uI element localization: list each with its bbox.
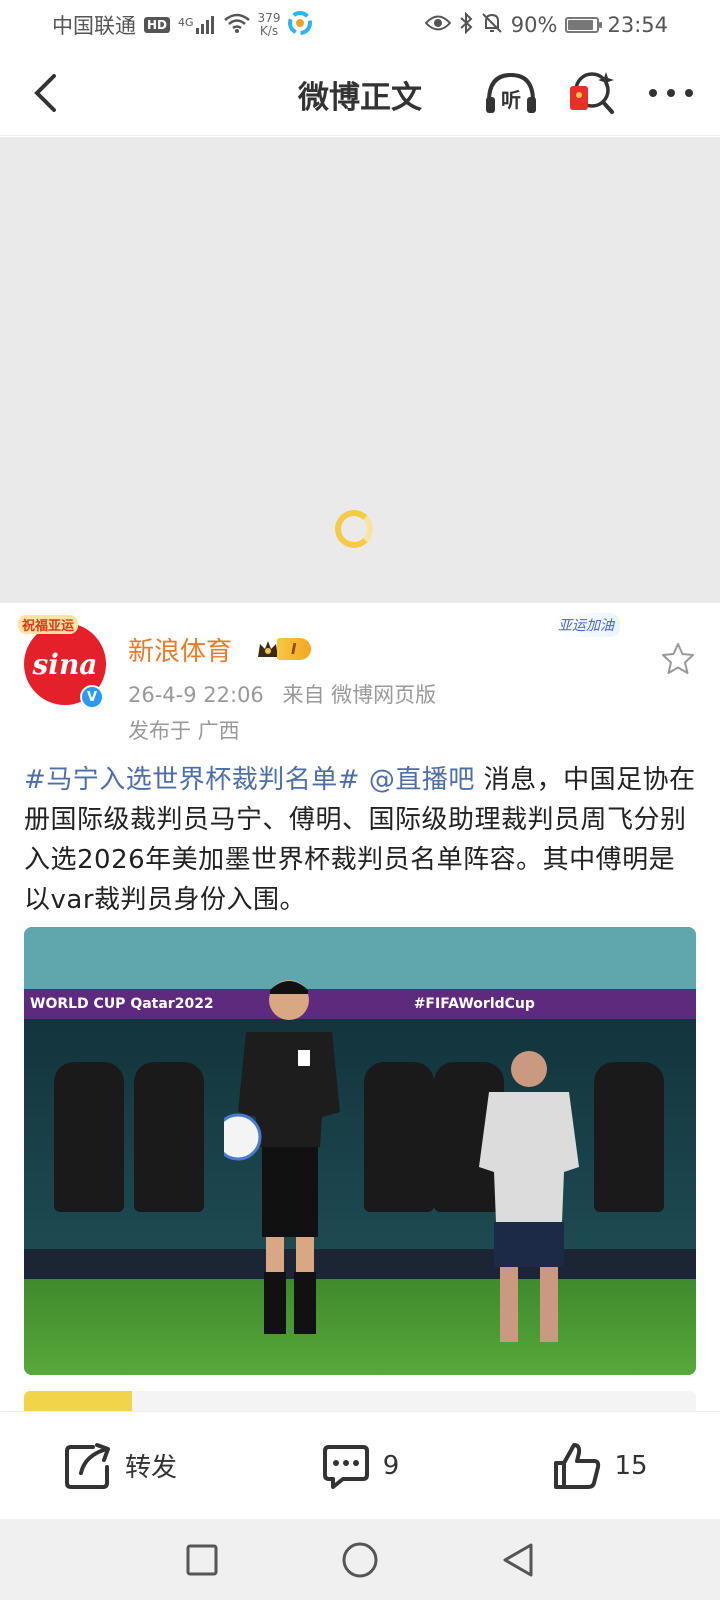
hd-badge: HD — [144, 17, 171, 33]
mute-bell-icon — [481, 12, 503, 39]
system-back-button[interactable] — [498, 1540, 538, 1580]
stadium-banner: WORLD CUP Qatar2022 #FIFAWorldCup — [24, 989, 696, 1019]
like-button[interactable]: 15 — [480, 1441, 720, 1491]
vip-badge[interactable]: I — [256, 637, 311, 661]
seat — [54, 1062, 124, 1212]
repost-label: 转发 — [124, 1453, 177, 1483]
avatar-badge: 祝福亚运 — [18, 615, 79, 634]
more-button[interactable] — [642, 68, 700, 118]
home-button[interactable] — [340, 1540, 380, 1580]
nav-actions: 听 — [482, 68, 700, 118]
seat — [134, 1062, 204, 1212]
battery-fill — [568, 20, 594, 30]
triangle-back-icon — [503, 1543, 533, 1576]
app-notification-icon — [288, 10, 313, 40]
clock: 23:54 — [607, 13, 668, 37]
square-icon — [186, 1544, 218, 1575]
seat — [364, 1062, 434, 1212]
loading-spinner-icon — [335, 510, 373, 548]
speed-unit: K/s — [259, 24, 279, 38]
red-packet-search-icon — [570, 72, 614, 114]
post-body: #马宁入选世界杯裁判名单# @直播吧 消息，中国足协在册国际级裁判员马宁、傅明、… — [24, 760, 696, 920]
verified-icon: V — [80, 685, 104, 709]
topic-link[interactable]: #马宁入选世界杯裁判名单# — [24, 765, 360, 795]
mention-link[interactable]: @直播吧 — [369, 765, 475, 795]
action-bar: 转发 9 15 — [0, 1411, 720, 1519]
referee-figure — [224, 980, 340, 1334]
banner-right-text: #FIFAWorldCup — [413, 996, 535, 1012]
deco-badge: 亚运加油 — [552, 613, 620, 637]
bluetooth-icon — [459, 11, 473, 39]
like-count: 15 — [614, 1450, 648, 1481]
stadium-wall — [24, 927, 696, 997]
red-packet-search-button[interactable] — [562, 68, 620, 118]
signal-icon: 4G — [178, 16, 216, 34]
comment-icon — [322, 1444, 369, 1489]
circle-icon — [342, 1542, 378, 1577]
headphones-icon: 听 — [486, 72, 536, 113]
comment-count: 9 — [382, 1450, 400, 1481]
post-image[interactable]: WORLD CUP Qatar2022 #FIFAWorldCup — [24, 927, 696, 1375]
eye-icon — [424, 13, 452, 37]
ground-strip — [24, 1249, 696, 1279]
staff-figure — [479, 1051, 579, 1342]
star-icon[interactable] — [660, 641, 696, 677]
avatar-logo-text: sina — [32, 647, 98, 681]
nav-bar: 微博正文 听 — [0, 50, 720, 136]
post-meta: 26-4-9 22:06 来自 微博网页版 — [128, 679, 436, 709]
system-nav-bar — [0, 1519, 720, 1600]
listen-button[interactable]: 听 — [482, 68, 540, 118]
battery-percent: 90% — [510, 13, 558, 37]
post-header: sina 祝福亚运 V 新浪体育 I 亚运加油 26-4-9 22:06 来自 … — [0, 603, 720, 743]
status-left: 中国联通 HD 4G 379 K/s — [52, 10, 313, 40]
carrier-label: 中国联通 — [52, 14, 136, 38]
more-dots-icon — [649, 89, 693, 97]
seat — [594, 1062, 664, 1212]
next-image-strip[interactable] — [24, 1391, 696, 1411]
post-source: 来自 微博网页版 — [282, 683, 437, 707]
pitch-grass — [24, 1279, 696, 1375]
status-bar: 中国联通 HD 4G 379 K/s 90% 23:54 — [0, 0, 720, 50]
author-name[interactable]: 新浪体育 — [128, 631, 232, 668]
thumbs-up-icon — [554, 1442, 601, 1489]
repost-button[interactable]: 转发 — [0, 1441, 240, 1491]
share-icon — [64, 1442, 110, 1489]
recents-button[interactable] — [182, 1540, 222, 1580]
comment-button[interactable]: 9 — [240, 1441, 480, 1491]
post-location: 发布于 广西 — [128, 719, 240, 743]
next-image-thumb[interactable] — [24, 1391, 132, 1411]
net-speed: 379 K/s — [258, 12, 281, 38]
banner-left-text: WORLD CUP Qatar2022 — [30, 996, 214, 1012]
vip-level: I — [277, 638, 311, 660]
wifi-icon — [223, 13, 250, 38]
network-type: 4G — [178, 16, 194, 29]
listen-label: 听 — [501, 88, 521, 112]
post-date: 26-4-9 22:06 — [128, 683, 264, 707]
status-right: 90% 23:54 — [424, 11, 668, 39]
battery-icon — [565, 17, 603, 33]
